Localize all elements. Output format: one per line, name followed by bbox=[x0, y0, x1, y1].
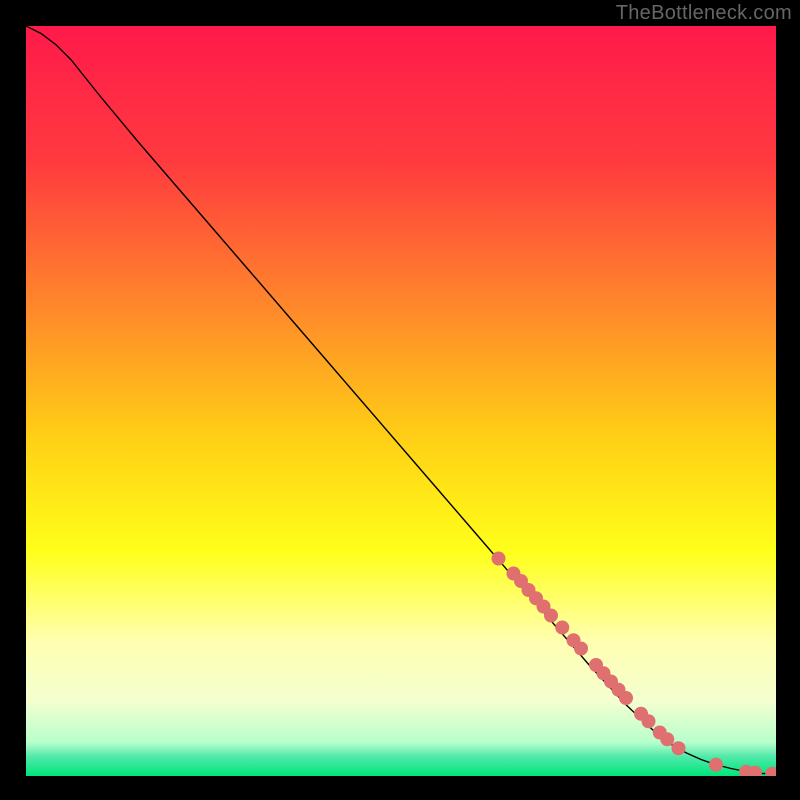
marker-point bbox=[574, 642, 588, 656]
marker-point bbox=[672, 741, 686, 755]
marker-point bbox=[555, 621, 569, 635]
marker-point bbox=[492, 552, 506, 566]
chart-frame: TheBottleneck.com bbox=[0, 0, 800, 800]
marker-point bbox=[709, 758, 723, 772]
marker-point bbox=[544, 609, 558, 623]
marker-point bbox=[619, 691, 633, 705]
plot-background bbox=[26, 26, 776, 776]
watermark-text: TheBottleneck.com bbox=[616, 2, 792, 25]
marker-point bbox=[642, 714, 656, 728]
chart-canvas bbox=[26, 26, 776, 776]
marker-point bbox=[660, 732, 674, 746]
